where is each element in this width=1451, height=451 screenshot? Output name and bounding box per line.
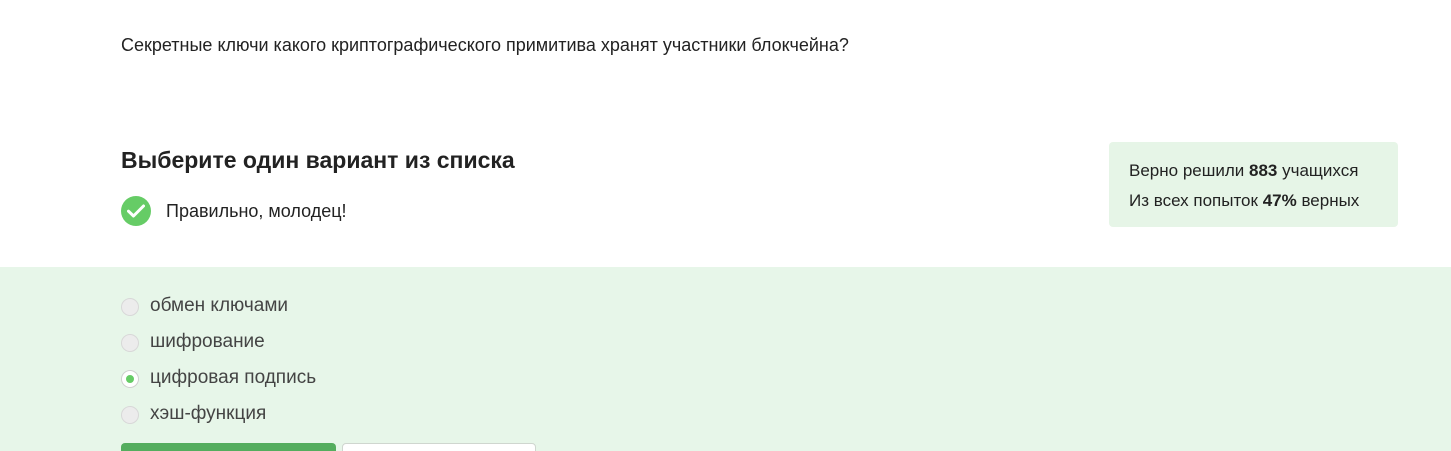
options-list: обмен ключами шифрование цифровая подпис… <box>121 289 316 433</box>
radio-button[interactable] <box>121 298 139 316</box>
radio-dot <box>126 375 134 383</box>
stats-solved-count: 883 <box>1249 161 1278 180</box>
feedback-text: Правильно, молодец! <box>166 200 347 221</box>
stats-attempts-percent: 47% <box>1262 191 1297 210</box>
check-circle-icon <box>121 196 151 226</box>
stats-attempts-prefix: Из всех попыток <box>1129 191 1263 210</box>
task-heading: Выберите один вариант из списка <box>121 147 515 173</box>
radio-button[interactable] <box>121 334 139 352</box>
secondary-button[interactable] <box>342 443 536 451</box>
submit-button[interactable] <box>121 443 336 451</box>
radio-button[interactable] <box>121 406 139 424</box>
option-key-exchange[interactable]: обмен ключами <box>121 289 316 325</box>
option-label[interactable]: хэш-функция <box>150 403 266 425</box>
feedback-message: Правильно, молодец! <box>121 196 347 226</box>
stats-solved-prefix: Верно решили <box>1129 161 1249 180</box>
stats-panel: Верно решили 883 учащихся Из всех попыто… <box>1109 142 1398 227</box>
quiz-page: Секретные ключи какого криптографическог… <box>0 0 1451 451</box>
option-encryption[interactable]: шифрование <box>121 325 316 361</box>
option-label[interactable]: обмен ключами <box>150 295 288 317</box>
answer-area: обмен ключами шифрование цифровая подпис… <box>0 267 1451 451</box>
option-label[interactable]: шифрование <box>150 331 265 353</box>
stats-attempts-suffix: верных <box>1296 191 1360 210</box>
radio-button-selected[interactable] <box>121 370 139 388</box>
option-label[interactable]: цифровая подпись <box>150 367 316 389</box>
stats-attempts: Из всех попыток 47% верных <box>1129 186 1378 216</box>
stats-solved: Верно решили 883 учащихся <box>1129 156 1378 186</box>
option-digital-signature[interactable]: цифровая подпись <box>121 361 316 397</box>
stats-solved-suffix: учащихся <box>1277 161 1359 180</box>
question-text: Секретные ключи какого криптографическог… <box>121 35 849 55</box>
option-hash-function[interactable]: хэш-функция <box>121 397 316 433</box>
